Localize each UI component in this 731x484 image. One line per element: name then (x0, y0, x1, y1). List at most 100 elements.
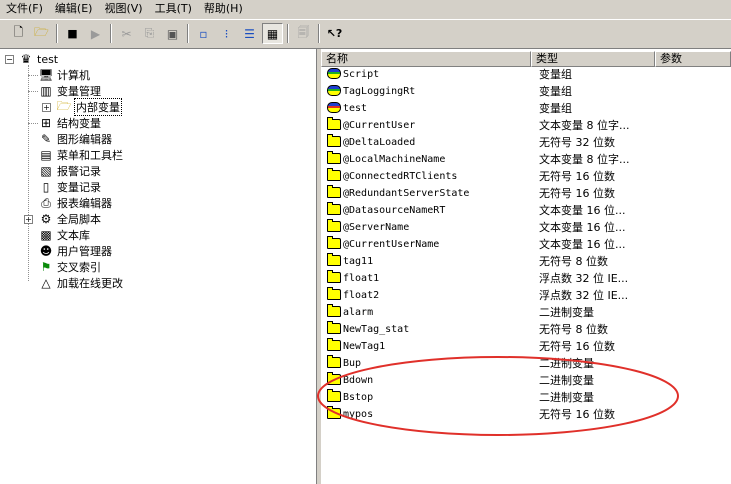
tag-type-cell: 变量组 (539, 68, 572, 81)
tree-item-label: 内部变量 (74, 98, 122, 116)
tree-item-global-script[interactable]: ⚙ 全局脚本 (38, 211, 101, 227)
tag-name-cell: alarm (343, 307, 374, 318)
column-header-name[interactable]: 名称 (321, 51, 531, 67)
menu-view[interactable]: 视图(V) (98, 0, 148, 18)
project-tree: − ♛ test 🖥 计算机 ▥ 变量管理 + 🗁 内部变量 ⊞ 结构变量 ✎ … (0, 49, 317, 484)
list-header: 名称 类型 参数 (321, 51, 731, 67)
tag-type-cell: 二进制变量 (539, 357, 594, 370)
tag-icon (327, 151, 341, 164)
expand-global-script-toggle[interactable]: + (24, 215, 33, 224)
tree-connector (28, 91, 38, 92)
project-icon: ♛ (20, 52, 32, 66)
toolbar: 🗋 🗁 ■ ▶ ✂ ⎘ ▣ ▫ ⁝ ☰ ▦ 🗐 ↖? (0, 19, 731, 49)
tree-item-internal-tags[interactable]: 🗁 内部变量 (56, 98, 122, 116)
table-row[interactable]: @CurrentUserName 文本变量 16 位... (321, 236, 731, 253)
tag-name-cell: Bup (343, 358, 362, 369)
user-administrator-icon: ☻ (39, 244, 53, 258)
column-header-params[interactable]: 参数 (655, 51, 731, 67)
table-row[interactable]: @LocalMachineName 文本变量 8 位字... (321, 151, 731, 168)
tree-item-cross-reference[interactable]: ⚑ 交叉索引 (38, 259, 101, 275)
table-row[interactable]: mypos 无符号 16 位数 (321, 406, 731, 423)
tree-item-report-designer[interactable]: ⎙ 报表编辑器 (38, 195, 112, 211)
stop-button[interactable]: ■ (62, 23, 83, 44)
table-row[interactable]: float2 浮点数 32 位 IE... (321, 287, 731, 304)
table-row[interactable]: Bup 二进制变量 (321, 355, 731, 372)
table-row[interactable]: NewTag1 无符号 16 位数 (321, 338, 731, 355)
tag-icon (327, 270, 341, 283)
tree-item-label: 全局脚本 (57, 213, 101, 226)
menu-help[interactable]: 帮助(H) (198, 0, 249, 18)
tag-icon (327, 236, 341, 249)
table-row[interactable]: @DatasourceNameRT 文本变量 16 位... (321, 202, 731, 219)
table-row[interactable]: @RedundantServerState 无符号 16 位数 (321, 185, 731, 202)
large-icons-button[interactable]: ▫ (193, 23, 214, 44)
tag-name-cell: float2 (343, 290, 380, 301)
table-row[interactable]: @CurrentUser 文本变量 8 位字... (321, 117, 731, 134)
column-header-type[interactable]: 类型 (531, 51, 655, 67)
cut-button[interactable]: ✂ (116, 23, 137, 44)
load-online-changes-icon: △ (41, 276, 51, 290)
tag-type-cell: 二进制变量 (539, 391, 594, 404)
table-row[interactable]: alarm 二进制变量 (321, 304, 731, 321)
open-button[interactable]: 🗁 (31, 23, 52, 44)
list-view-button[interactable]: ☰ (239, 23, 260, 44)
new-button[interactable]: 🗋 (8, 23, 29, 44)
collapse-root-toggle[interactable]: − (5, 55, 14, 64)
table-row[interactable]: test 变量组 (321, 100, 731, 117)
table-row[interactable]: @ConnectedRTClients 无符号 16 位数 (321, 168, 731, 185)
table-row[interactable]: TagLoggingRt 变量组 (321, 83, 731, 100)
tag-type-cell: 无符号 16 位数 (539, 170, 615, 183)
tree-connector (28, 75, 38, 76)
copy-button[interactable]: ⎘ (139, 23, 160, 44)
tag-group-icon (327, 68, 341, 79)
tree-connector (28, 65, 29, 281)
table-row[interactable]: Bstop 二进制变量 (321, 389, 731, 406)
tree-item-label: 菜单和工具栏 (57, 149, 123, 162)
tag-name-cell: @CurrentUserName (343, 239, 440, 250)
open-icon: 🗁 (34, 25, 49, 39)
run-button[interactable]: ▶ (85, 23, 106, 44)
tree-item-text-library[interactable]: ▩ 文本库 (38, 227, 90, 243)
menu-tools[interactable]: 工具(T) (149, 0, 198, 18)
tree-item-label: 报表编辑器 (57, 197, 112, 210)
tag-type-cell: 浮点数 32 位 IE... (539, 289, 629, 302)
small-icons-button[interactable]: ⁝ (216, 23, 237, 44)
table-row[interactable]: @DeltaLoaded 无符号 32 位数 (321, 134, 731, 151)
table-row[interactable]: Bdown 二进制变量 (321, 372, 731, 389)
table-row[interactable]: float1 浮点数 32 位 IE... (321, 270, 731, 287)
menu-file[interactable]: 文件(F) (0, 0, 49, 18)
tag-logging-icon: ▯ (42, 180, 50, 194)
tree-item-user-administrator[interactable]: ☻ 用户管理器 (38, 243, 112, 259)
tag-type-cell: 文本变量 16 位... (539, 221, 626, 234)
tag-icon (327, 372, 341, 385)
report-designer-icon: ⎙ (41, 195, 51, 210)
context-help-button[interactable]: ↖? (324, 23, 345, 44)
tag-type-cell: 无符号 8 位数 (539, 255, 608, 268)
menu-toolbar-icon: ▤ (40, 148, 52, 162)
tree-root-label: test (37, 52, 59, 66)
table-row[interactable]: Script 变量组 (321, 66, 731, 83)
tree-item-structure-tags[interactable]: ⊞ 结构变量 (38, 115, 101, 131)
small-icons-icon: ⁝ (224, 26, 229, 41)
table-row[interactable]: @ServerName 文本变量 16 位... (321, 219, 731, 236)
paste-button[interactable]: ▣ (162, 23, 183, 44)
tag-name-cell: @ServerName (343, 222, 410, 233)
expand-internal-tags-toggle[interactable]: + (42, 103, 51, 112)
menu-edit[interactable]: 编辑(E) (49, 0, 99, 18)
tree-item-graphics-designer[interactable]: ✎ 图形编辑器 (38, 131, 112, 147)
tree-item-menus-toolbars[interactable]: ▤ 菜单和工具栏 (38, 147, 123, 163)
tree-item-load-online-changes[interactable]: △ 加载在线更改 (38, 275, 123, 291)
tag-name-cell: TagLoggingRt (343, 86, 416, 97)
details-view-button[interactable]: ▦ (262, 23, 283, 44)
graphics-designer-icon: ✎ (40, 132, 52, 146)
tag-name-cell: NewTag1 (343, 341, 386, 352)
tree-item-tag-logging[interactable]: ▯ 变量记录 (38, 179, 101, 195)
tree-root[interactable]: ♛ test (18, 51, 59, 67)
table-row[interactable]: NewTag_stat 无符号 8 位数 (321, 321, 731, 338)
table-row[interactable]: tag11 无符号 8 位数 (321, 253, 731, 270)
properties-button[interactable]: 🗐 (293, 23, 314, 44)
tree-item-computer[interactable]: 🖥 计算机 (38, 67, 90, 83)
tag-name-cell: NewTag_stat (343, 324, 410, 335)
details-icon: ▦ (266, 26, 279, 41)
tree-item-alarm-logging[interactable]: ▧ 报警记录 (38, 163, 101, 179)
